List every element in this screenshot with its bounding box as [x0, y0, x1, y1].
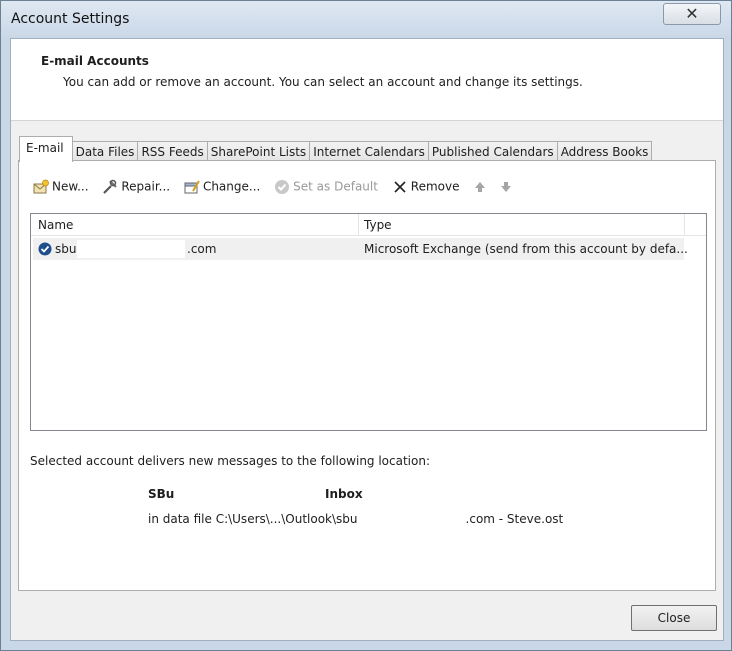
set-as-default-button[interactable]: Set as Default	[274, 179, 378, 195]
accounts-list[interactable]: Name Type sbu .com Microsoft Exchange (s…	[30, 213, 707, 431]
section-description: You can add or remove an account. You ca…	[63, 75, 583, 89]
accounts-toolbar: New... Repair... Change... Set as Defaul…	[33, 179, 521, 199]
list-header: Name Type	[31, 214, 706, 236]
repair-icon	[103, 179, 118, 194]
new-account-label: New...	[52, 179, 89, 194]
header-panel: E-mail Accounts You can add or remove an…	[11, 39, 723, 121]
change-icon	[184, 180, 200, 194]
change-button[interactable]: Change...	[184, 179, 260, 195]
repair-label: Repair...	[121, 179, 171, 194]
account-settings-window: Account Settings ✕ E-mail Accounts You c…	[0, 0, 732, 651]
column-header-name[interactable]: Name	[38, 218, 73, 232]
default-account-check-icon	[38, 242, 52, 256]
tab-strip: E-mail Data Files RSS Feeds SharePoint List…	[19, 135, 653, 163]
move-up-arrow-icon[interactable]	[473, 180, 487, 194]
remove-label: Remove	[410, 179, 460, 194]
close-icon: ✕	[685, 4, 699, 23]
redacted-area	[77, 240, 185, 258]
move-down-arrow-icon[interactable]	[499, 180, 513, 194]
set-as-default-label: Set as Default	[293, 179, 378, 194]
repair-button[interactable]: Repair...	[102, 179, 170, 195]
dialog-client-area: E-mail Accounts You can add or remove an…	[10, 38, 724, 641]
delivery-folder: Inbox	[325, 487, 363, 501]
close-button[interactable]: Close	[631, 605, 717, 631]
data-file-path-prefix: in data file C:\Users\...\Outlook\sbu	[148, 512, 358, 526]
change-label: Change...	[202, 179, 261, 194]
column-divider[interactable]	[684, 214, 685, 236]
section-title: E-mail Accounts	[41, 54, 149, 68]
email-tab-panel: New... Repair... Change... Set as Defaul…	[18, 160, 716, 591]
delivery-mailbox: SBu	[148, 487, 175, 501]
delivery-location-label: Selected account delivers new messages t…	[30, 454, 431, 468]
title-bar: Account Settings ✕	[1, 1, 731, 37]
new-account-button[interactable]: New...	[33, 179, 89, 195]
new-account-icon	[33, 179, 49, 194]
remove-button[interactable]: Remove	[392, 179, 460, 195]
column-header-type[interactable]: Type	[364, 218, 392, 232]
tab-email[interactable]: E-mail	[19, 136, 73, 162]
account-type: Microsoft Exchange (send from this accou…	[364, 242, 688, 256]
window-close-button[interactable]: ✕	[663, 3, 721, 25]
account-row[interactable]: sbu .com Microsoft Exchange (send from t…	[33, 238, 688, 260]
account-name-suffix: .com	[187, 242, 217, 256]
column-divider[interactable]	[358, 214, 359, 236]
account-name-prefix: sbu	[55, 242, 77, 256]
data-file-path-suffix: .com - Steve.ost	[465, 512, 564, 526]
delivery-data-file: in data file C:\Users\...\Outlook\sbu .co…	[148, 512, 563, 526]
checkmark-icon	[275, 180, 290, 194]
remove-x-icon	[394, 181, 406, 193]
window-title: Account Settings	[11, 11, 130, 27]
